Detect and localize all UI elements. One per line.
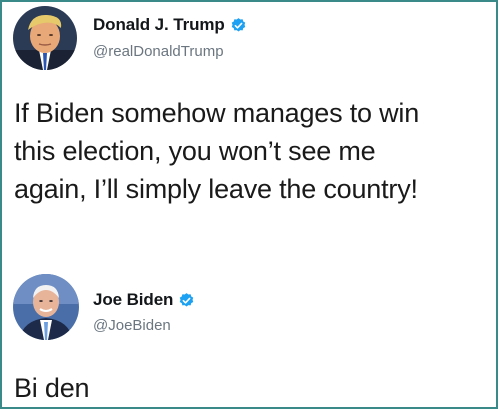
screenshot-frame: Donald J. Trump @realDonaldTrump If Bide… (0, 0, 498, 409)
tweet-text: If Biden somehow manages to win this ele… (14, 98, 420, 204)
verified-badge-icon (231, 17, 245, 32)
tweet-text: Bi den (14, 373, 90, 403)
avatar-trump[interactable] (13, 6, 77, 70)
display-name[interactable]: Joe Biden (93, 290, 173, 310)
avatar-biden[interactable] (13, 274, 79, 340)
verified-badge-icon (180, 292, 194, 307)
user-handle[interactable]: @realDonaldTrump (93, 43, 224, 60)
display-name[interactable]: Donald J. Trump (93, 15, 225, 35)
user-handle[interactable]: @JoeBiden (93, 317, 171, 334)
name-row: Joe Biden (93, 290, 195, 310)
name-row: Donald J. Trump (93, 15, 247, 35)
